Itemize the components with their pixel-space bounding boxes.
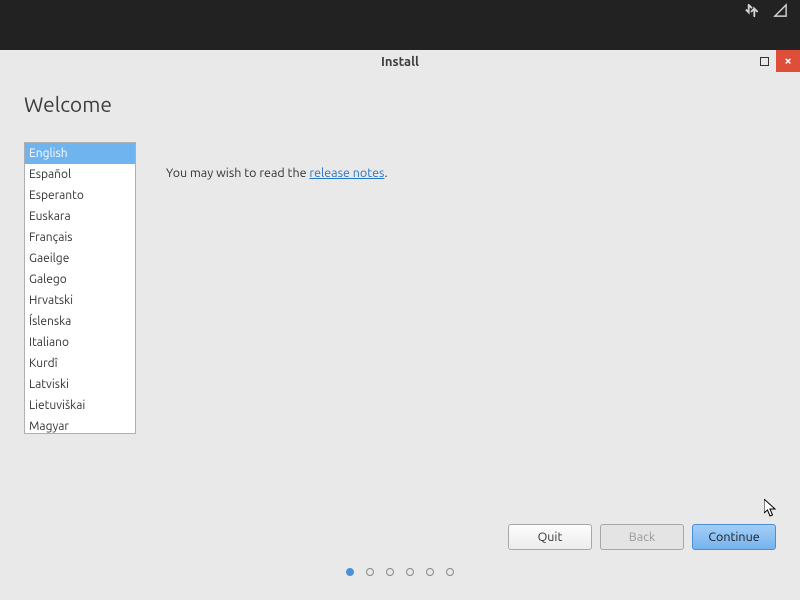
language-item[interactable]: Euskara [25, 206, 135, 227]
page-title: Welcome [24, 92, 776, 116]
titlebar: Install × [0, 50, 800, 74]
body-row: EnglishEspañolEsperantoEuskaraFrançaisGa… [24, 142, 776, 520]
language-item[interactable]: Esperanto [25, 185, 135, 206]
installer-window: Install × Welcome EnglishEspañolEsperant… [0, 50, 800, 600]
language-list[interactable]: EnglishEspañolEsperantoEuskaraFrançaisGa… [24, 142, 136, 434]
volume-icon[interactable] [773, 3, 788, 22]
release-notes-link[interactable]: release notes [309, 166, 384, 180]
network-icon[interactable] [744, 3, 759, 22]
quit-button[interactable]: Quit [508, 524, 592, 550]
progress-dot [406, 568, 414, 576]
info-prefix: You may wish to read the [166, 166, 309, 180]
window-title: Install [381, 55, 419, 69]
back-button: Back [600, 524, 684, 550]
language-item[interactable]: Italiano [25, 332, 135, 353]
progress-dot [426, 568, 434, 576]
info-suffix: . [384, 166, 387, 180]
language-item[interactable]: Lietuviškai [25, 395, 135, 416]
progress-dots [24, 558, 776, 590]
button-row: Quit Back Continue [24, 520, 776, 558]
maximize-button[interactable] [752, 50, 776, 72]
continue-button[interactable]: Continue [692, 524, 776, 550]
language-item[interactable]: Hrvatski [25, 290, 135, 311]
titlebar-controls: × [752, 50, 800, 74]
progress-dot [366, 568, 374, 576]
progress-dot [386, 568, 394, 576]
progress-dot [346, 568, 354, 576]
language-item[interactable]: Gaeilge [25, 248, 135, 269]
top-panel [0, 0, 800, 25]
progress-dot [446, 568, 454, 576]
language-item[interactable]: Íslenska [25, 311, 135, 332]
content-area: Welcome EnglishEspañolEsperantoEuskaraFr… [0, 74, 800, 600]
language-item[interactable]: Latviski [25, 374, 135, 395]
language-item[interactable]: Magyar [25, 416, 135, 434]
language-item[interactable]: Kurdî [25, 353, 135, 374]
language-item[interactable]: Galego [25, 269, 135, 290]
language-item[interactable]: Español [25, 164, 135, 185]
close-button[interactable]: × [776, 50, 800, 72]
language-item[interactable]: Français [25, 227, 135, 248]
info-text: You may wish to read the release notes. [166, 166, 388, 520]
desktop: Install × Welcome EnglishEspañolEsperant… [0, 25, 800, 600]
language-item[interactable]: English [25, 143, 135, 164]
